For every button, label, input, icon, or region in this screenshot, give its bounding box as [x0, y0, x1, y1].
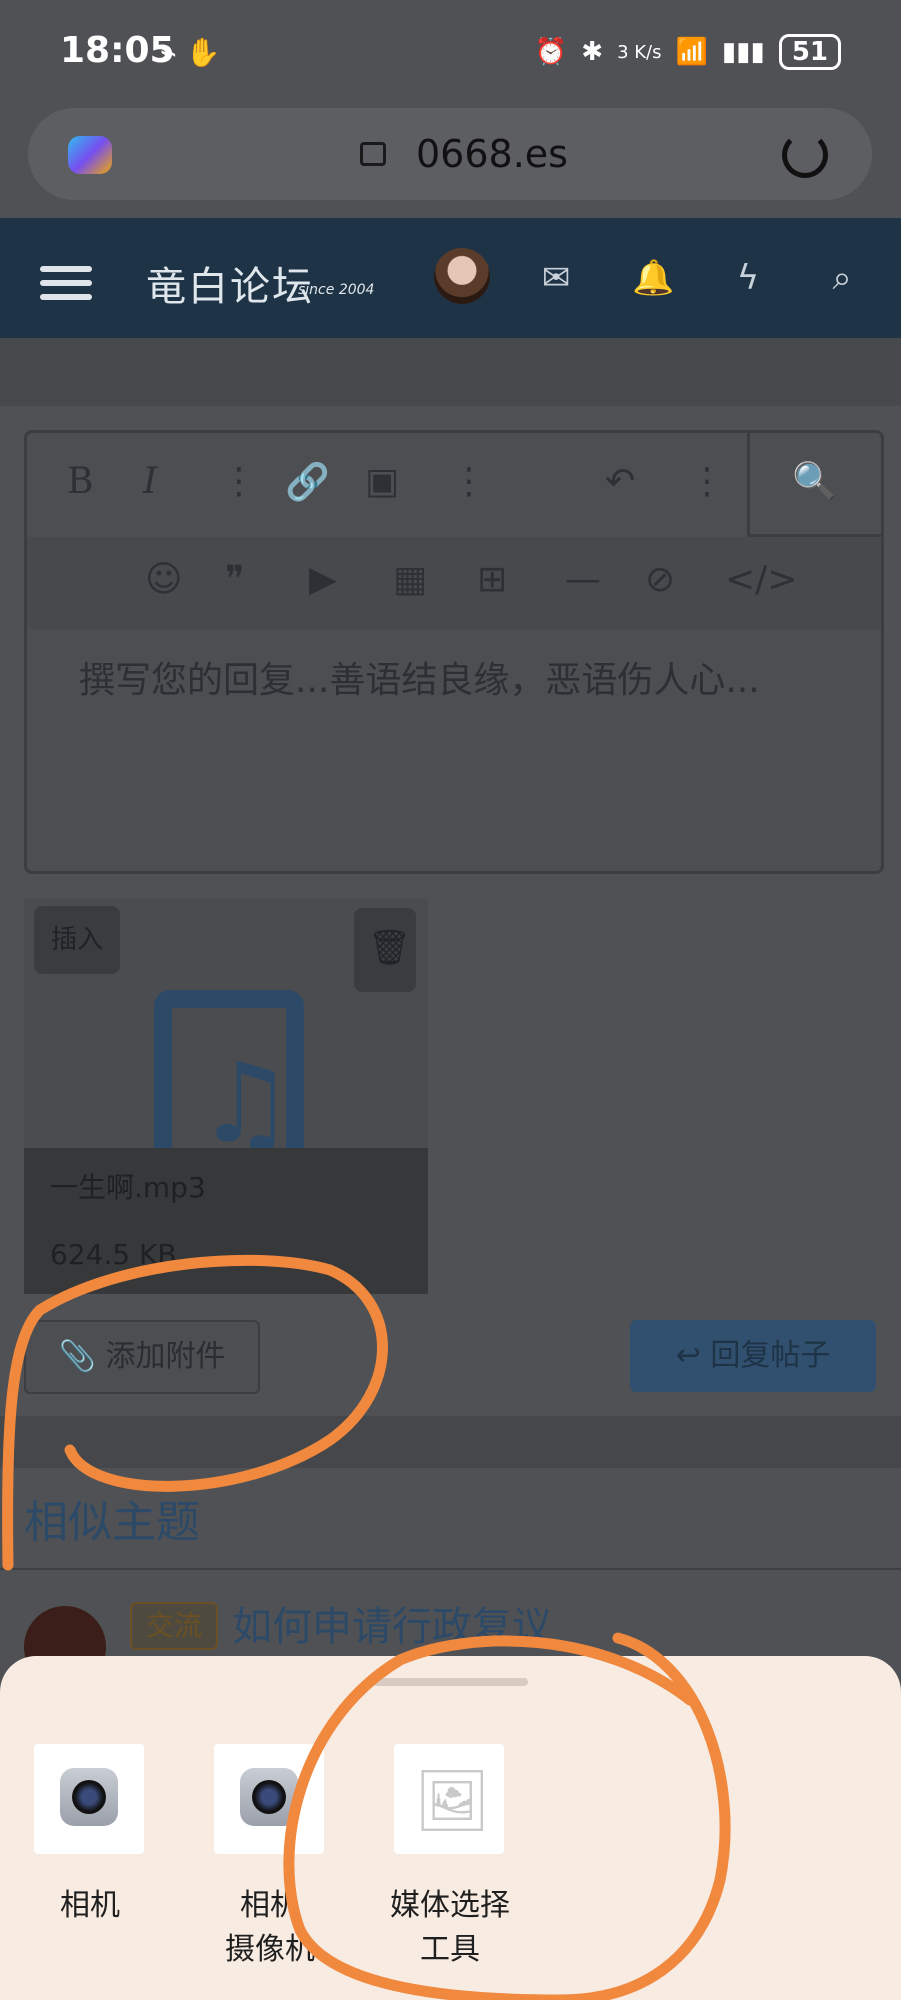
trash-icon: 🗑 — [368, 928, 412, 968]
status-left-icons: ⌁ ✋ — [160, 36, 221, 69]
similar-threads-heading: 相似主题 — [24, 1497, 200, 1548]
preview-icon: 🔍 — [792, 461, 837, 502]
undo-icon[interactable]: ↶ — [605, 461, 635, 502]
reply-button[interactable]: ↩ 回复帖子 — [630, 1320, 876, 1392]
thread-title-link[interactable]: 如何申请行政复议 — [232, 1594, 552, 1652]
more-options-icon[interactable]: ⋮ — [689, 461, 725, 502]
gallery-icon: 🖼 — [414, 1766, 491, 1836]
search-icon[interactable]: ⌕ — [822, 258, 862, 298]
add-attachment-label: 添加附件 — [105, 1339, 226, 1374]
app-option-media-picker[interactable]: 🖼 — [394, 1744, 504, 1854]
quote-icon[interactable]: ❞ — [225, 559, 244, 600]
bold-icon[interactable]: B — [67, 461, 93, 502]
user-avatar[interactable] — [434, 248, 490, 304]
delete-attachment-button[interactable]: 🗑 — [354, 908, 416, 992]
music-note-icon: ♫ — [196, 1039, 295, 1167]
preview-toggle[interactable]: 🔍 — [747, 430, 884, 537]
reply-icon: ↩ — [675, 1338, 701, 1373]
browser-url-bar[interactable]: 0668.es — [28, 108, 872, 200]
more-insert-icon[interactable]: ⋮ — [451, 461, 487, 502]
hide-content-icon[interactable]: ⊘ — [645, 559, 675, 600]
italic-icon[interactable]: I — [143, 461, 157, 502]
site-logo[interactable]: 竜白论坛 — [146, 254, 314, 312]
app-option-camera[interactable] — [34, 1744, 144, 1854]
app-option-camera-video[interactable] — [214, 1744, 324, 1854]
editor-toolbar-row2: ☺ ❞ ▶ ▦ ⊞ — ⊘ </> — [27, 537, 881, 629]
add-attachment-button[interactable]: 📎 添加附件 — [24, 1320, 260, 1394]
alarm-icon: ⏰ — [534, 37, 568, 67]
wifi-icon: 📶 — [675, 37, 708, 67]
link-icon[interactable]: 🔗 — [285, 461, 330, 503]
section-divider — [0, 1416, 901, 1468]
status-right-icons: ⏰ ✱ 3 K/s 📶 ▮▮▮ 51 — [535, 34, 841, 70]
media-chooser-sheet: 相机 相机 摄像机 🖼 媒体选择 工具 — [0, 1656, 901, 2000]
app-option-camera-label[interactable]: 相机 — [20, 1884, 160, 1928]
lock-icon — [360, 142, 386, 166]
video-icon[interactable]: ▶ — [309, 559, 337, 600]
url-text[interactable]: 0668.es — [416, 132, 568, 176]
bolt-icon[interactable]: ϟ — [728, 258, 768, 298]
battery-icon: 51 — [778, 34, 841, 70]
camera-icon — [60, 1768, 118, 1826]
attachment-size: 624.5 KB — [50, 1238, 177, 1271]
sheet-drag-handle[interactable] — [372, 1678, 528, 1686]
reply-label: 回复帖子 — [710, 1338, 831, 1373]
code-icon[interactable]: </> — [725, 559, 797, 600]
site-logo-since: since 2004 — [298, 282, 375, 298]
table-icon[interactable]: ⊞ — [477, 559, 507, 600]
reload-icon[interactable] — [782, 132, 828, 178]
bell-icon[interactable]: 🔔 — [632, 258, 674, 298]
status-bar: 18:05 ⌁ ✋ ⏰ ✱ 3 K/s 📶 ▮▮▮ 51 — [0, 0, 901, 110]
horizontal-rule-icon[interactable]: — — [565, 559, 601, 600]
attachment-filename: 一生啊.mp3 — [50, 1171, 206, 1204]
menu-icon[interactable] — [40, 258, 92, 308]
net-speed: 3 K/s — [617, 41, 662, 63]
reply-editor[interactable]: B I ⋮ 🔗 ▣ ⋮ ↶ ⋮ 🔍 ☺ ❞ ▶ ▦ ⊞ — ⊘ </> 撰写您的… — [24, 430, 884, 874]
browser-logo-icon[interactable] — [68, 136, 112, 174]
paperclip-icon: 📎 — [58, 1339, 96, 1374]
app-option-camera-video-label[interactable]: 相机 摄像机 — [200, 1884, 340, 1972]
emoji-icon[interactable]: ☺ — [145, 559, 183, 600]
insert-attachment-button[interactable]: 插入 — [34, 906, 120, 974]
divider-line — [0, 1568, 901, 1570]
subnav-band — [0, 338, 901, 406]
gallery-insert-icon[interactable]: ▦ — [393, 559, 427, 600]
signal-icon: ▮▮▮ — [721, 37, 765, 67]
camera-icon — [240, 1768, 298, 1826]
attachment-card: ♫ 插入 🗑 一生啊.mp3 624.5 KB — [24, 898, 428, 1294]
status-time: 18:05 — [60, 30, 175, 71]
editor-placeholder[interactable]: 撰写您的回复...善语结良缘，恶语伤人心... — [79, 651, 760, 703]
editor-toolbar-row1: B I ⋮ 🔗 ▣ ⋮ ↶ ⋮ 🔍 — [27, 430, 884, 537]
site-header: 竜白论坛 since 2004 ✉ 🔔 ϟ ⌕ — [0, 218, 901, 338]
more-text-icon[interactable]: ⋮ — [221, 461, 257, 502]
image-icon[interactable]: ▣ — [365, 461, 399, 502]
bluetooth-icon: ✱ — [581, 37, 604, 67]
app-option-media-picker-label[interactable]: 媒体选择 工具 — [370, 1884, 530, 1972]
mail-icon[interactable]: ✉ — [536, 258, 576, 298]
thread-tag[interactable]: 交流 — [130, 1602, 218, 1650]
